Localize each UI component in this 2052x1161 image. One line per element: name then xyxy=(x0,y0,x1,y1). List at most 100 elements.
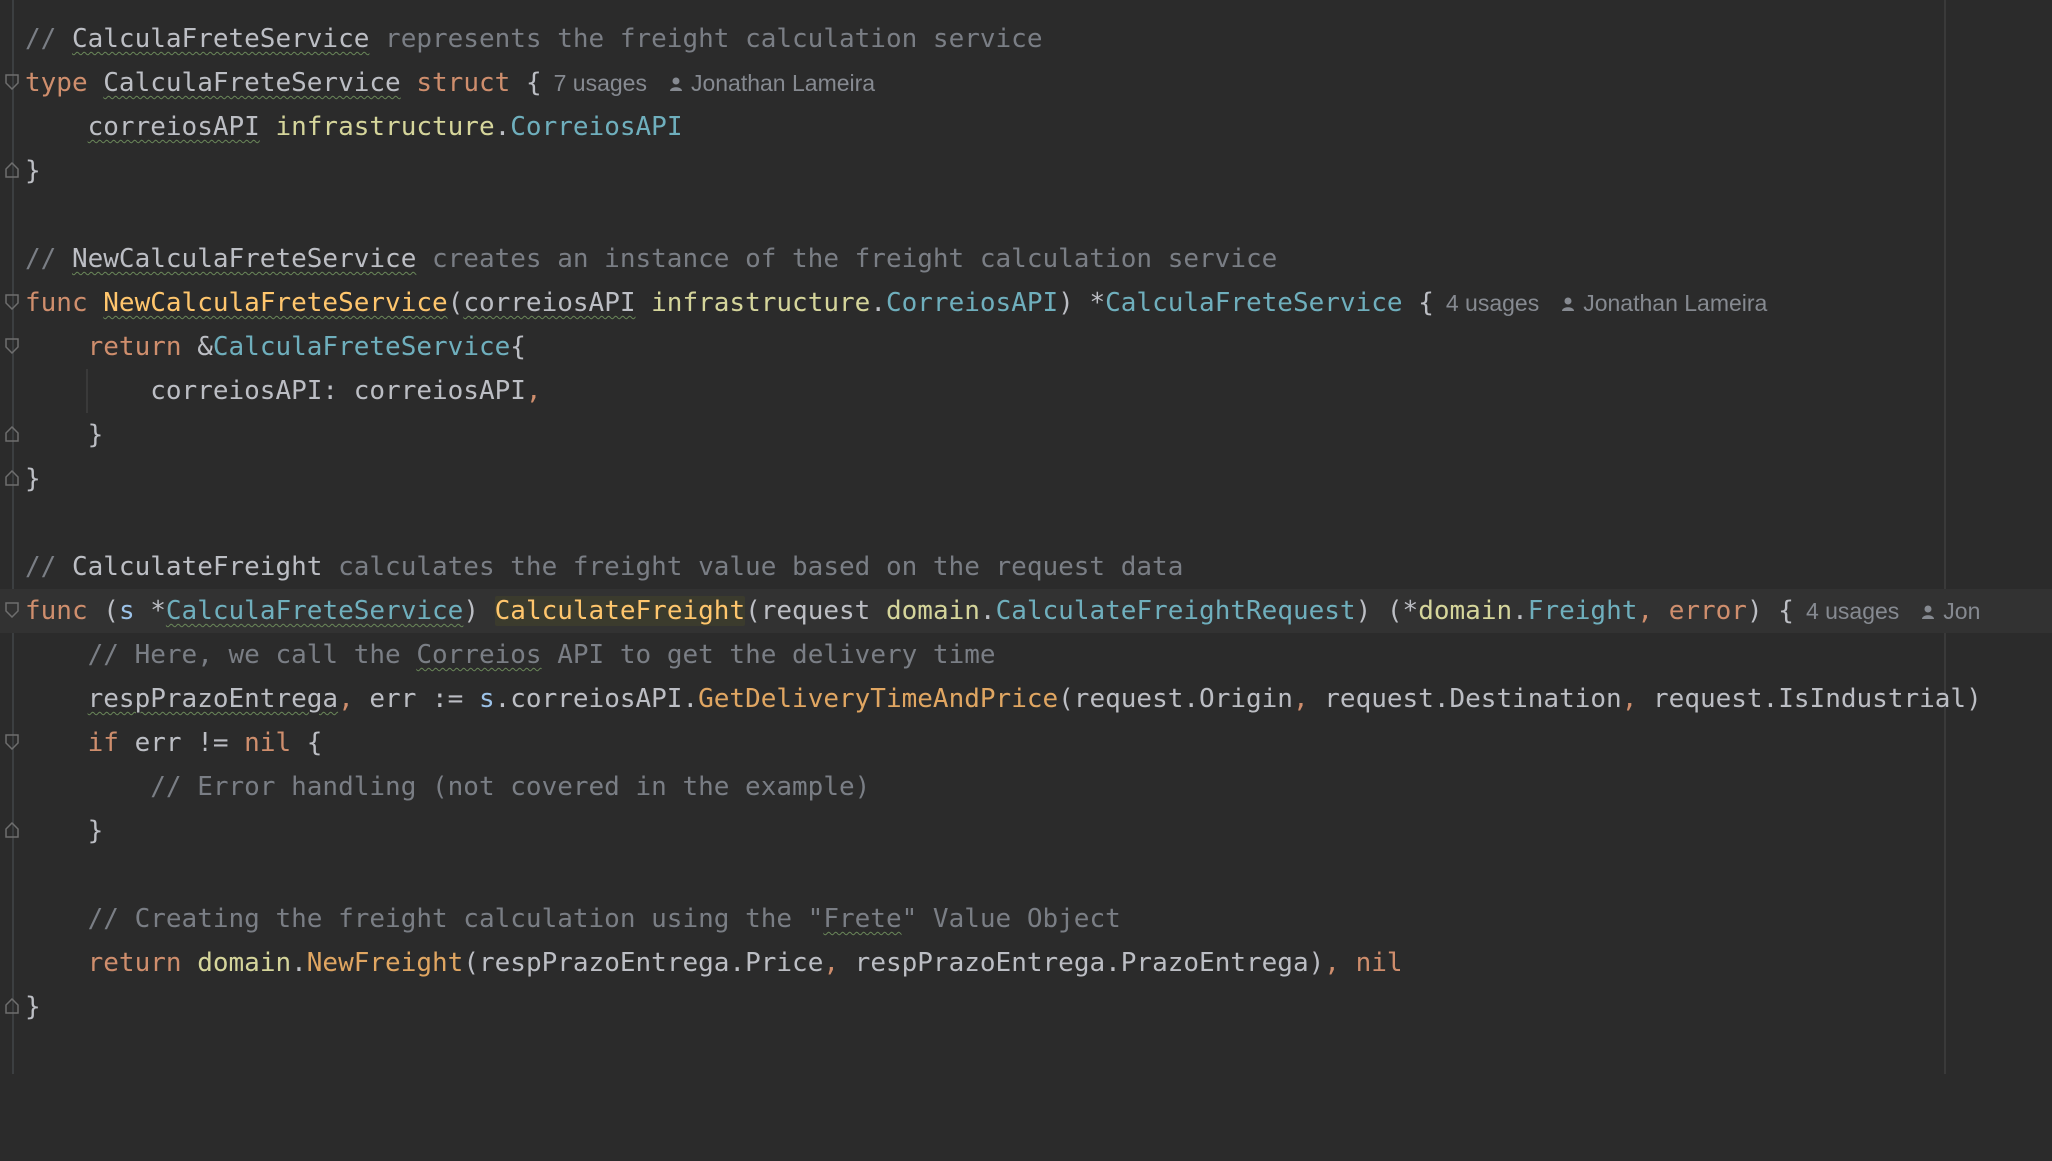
code-token: CalculaFreteService xyxy=(165,596,464,626)
code-token: return &CalculaFreteService{ xyxy=(25,325,526,369)
usages-hint[interactable]: 7 usages xyxy=(554,70,647,96)
code-token: request.Destination xyxy=(1308,684,1622,714)
author-hint[interactable]: Jonathan Lameira xyxy=(669,70,875,96)
code-token: type xyxy=(25,68,88,98)
code-token: NewCalculaFreteService xyxy=(103,288,448,318)
code-line-2[interactable]: type CalculaFreteService struct {7 usage… xyxy=(0,61,2052,105)
code-token: CorreiosAPI xyxy=(510,112,683,142)
code-line-19[interactable]: } xyxy=(0,809,2052,853)
code-line-3[interactable]: correiosAPI infrastructure.CorreiosAPI xyxy=(0,105,2052,149)
doc-comment: // CalculaFreteService represents the fr… xyxy=(25,17,1042,61)
code-token: . xyxy=(979,596,996,626)
code-token: // xyxy=(25,244,72,274)
author-hint[interactable]: Jon xyxy=(1921,598,1980,624)
code-token: // Here, we call the xyxy=(87,640,417,670)
code-line-23[interactable]: } xyxy=(0,985,2052,1029)
code-token: , xyxy=(1637,596,1654,626)
code-token: struct xyxy=(416,68,511,98)
code-line-16[interactable]: respPrazoEntrega, err := s.correiosAPI.G… xyxy=(0,677,2052,721)
code-token: infrastructure xyxy=(651,288,871,318)
person-icon xyxy=(1921,590,1935,619)
code-token: // Error handling (not covered in the ex… xyxy=(150,772,871,802)
code-token: Frete xyxy=(823,904,902,934)
code-token: ( xyxy=(447,288,464,318)
code-token: . xyxy=(1512,596,1528,626)
code-line-1[interactable]: // CalculaFreteService represents the fr… xyxy=(0,17,2052,61)
code-line-18[interactable]: // Error handling (not covered in the ex… xyxy=(0,765,2052,809)
code-token: Freight xyxy=(1527,596,1638,626)
code-token: // Error handling (not covered in the ex… xyxy=(25,765,870,809)
code-line-6[interactable]: // NewCalculaFreteService creates an ins… xyxy=(0,237,2052,281)
code-line-4[interactable]: } xyxy=(0,149,2052,193)
code-token: (respPrazoEntrega.Price xyxy=(463,948,824,978)
code-line-14-current[interactable]: func (s *CalculaFreteService) CalculateF… xyxy=(0,589,2052,633)
code-token: Correios xyxy=(416,640,542,670)
code-line-8[interactable]: return &CalculaFreteService{ xyxy=(0,325,2052,369)
code-token: NewCalculaFreteService xyxy=(71,244,417,274)
code-line-13[interactable]: // CalculateFreight calculates the freig… xyxy=(0,545,2052,589)
code-line-21[interactable]: // Creating the freight calculation usin… xyxy=(0,897,2052,941)
code-line-7[interactable]: func NewCalculaFreteService(correiosAPI … xyxy=(0,281,2052,325)
code-token: return domain.NewFreight(respPrazoEntreg… xyxy=(25,941,1403,985)
code-token: { xyxy=(510,332,526,362)
fold-open-icon[interactable] xyxy=(5,74,19,90)
code-line-10[interactable]: } xyxy=(0,413,2052,457)
code-token: CalculaFreteService xyxy=(103,68,401,98)
code-token: GetDeliveryTimeAndPrice xyxy=(698,684,1059,714)
code-token: // xyxy=(25,24,72,54)
code-token: domain xyxy=(197,948,292,978)
code-token: API to get the delivery time xyxy=(541,640,996,670)
code-token: , xyxy=(1292,684,1309,714)
fold-close-icon[interactable] xyxy=(5,162,19,178)
code-token: func (s *CalculaFreteService) CalculateF… xyxy=(25,589,1980,633)
code-token: // Creating the freight calculation usin… xyxy=(87,904,824,934)
code-line-22[interactable]: return domain.NewFreight(respPrazoEntreg… xyxy=(0,941,2052,985)
code-token: . xyxy=(291,948,307,978)
fold-open-icon[interactable] xyxy=(5,602,19,618)
code-token: // xyxy=(25,552,72,582)
code-token: correiosAPI xyxy=(150,376,323,406)
code-token: NewFreight xyxy=(306,948,464,978)
code-token: return xyxy=(87,948,182,978)
code-token: creates an instance of the freight calcu… xyxy=(416,244,1278,274)
author-hint[interactable]: Jonathan Lameira xyxy=(1561,290,1767,316)
code-line-15[interactable]: // Here, we call the Correios API to get… xyxy=(0,633,2052,677)
fold-open-icon[interactable] xyxy=(5,338,19,354)
code-token: domain xyxy=(885,596,980,626)
code-line-9[interactable]: correiosAPI: correiosAPI, xyxy=(0,369,2052,413)
code-token: CalculateFreightRequest xyxy=(995,596,1356,626)
doc-comment: // NewCalculaFreteService creates an ins… xyxy=(25,237,1277,281)
fold-close-icon[interactable] xyxy=(5,470,19,486)
code-token: Jonathan Lameira xyxy=(1583,290,1768,316)
code-token: nil xyxy=(244,728,292,758)
fold-close-icon[interactable] xyxy=(5,822,19,838)
code-token: CalculateFreight xyxy=(494,596,746,626)
usages-hint[interactable]: 4 usages xyxy=(1806,598,1899,624)
code-token: ) { xyxy=(1746,596,1794,626)
code-token: s xyxy=(478,684,495,714)
code-token: correiosAPI xyxy=(353,376,526,406)
person-icon xyxy=(1561,282,1575,311)
code-token: correiosAPI infrastructure.CorreiosAPI xyxy=(25,105,683,149)
code-token: respPrazoEntrega.PrazoEntrega) xyxy=(839,948,1325,978)
fold-open-icon[interactable] xyxy=(5,734,19,750)
code-token: { xyxy=(1418,288,1434,318)
fold-close-icon[interactable] xyxy=(5,998,19,1014)
code-line-11[interactable]: } xyxy=(0,457,2052,501)
usages-hint[interactable]: 4 usages xyxy=(1446,290,1539,316)
code-token: error xyxy=(1668,596,1747,626)
fold-close-icon[interactable] xyxy=(5,426,19,442)
code-token: respPrazoEntrega xyxy=(87,684,339,714)
code-token: func NewCalculaFreteService(correiosAPI … xyxy=(25,281,1767,325)
code-token: // Here, we call the Correios API to get… xyxy=(25,633,996,677)
code-editor[interactable]: // CalculaFreteService represents the fr… xyxy=(0,0,2052,1074)
code-token: CorreiosAPI xyxy=(885,288,1059,318)
code-line-17[interactable]: if err != nil { xyxy=(0,721,2052,765)
code-token: & xyxy=(197,332,213,362)
code-token: err != xyxy=(118,728,245,758)
code-token: respPrazoEntrega, err := s.correiosAPI.G… xyxy=(25,677,1982,721)
code-token: , xyxy=(1324,948,1340,978)
code-token: } xyxy=(25,156,41,186)
code-token: } xyxy=(25,992,41,1022)
fold-open-icon[interactable] xyxy=(5,294,19,310)
